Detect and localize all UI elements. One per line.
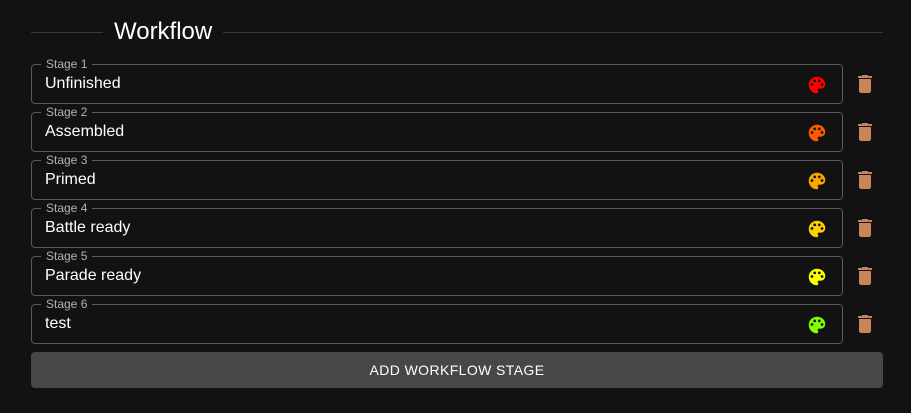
stage-name-input[interactable] — [45, 65, 785, 103]
workflow-page: Workflow Stage 1Stage 2Stage 3Stage 4Sta… — [0, 0, 911, 413]
stage-name-input[interactable] — [45, 113, 785, 151]
stage-name-field: Stage 5 — [31, 249, 843, 296]
stage-name-input[interactable] — [45, 257, 785, 295]
trash-icon[interactable] — [853, 120, 877, 144]
stage-name-field: Stage 6 — [31, 297, 843, 344]
stage-row: Stage 4 — [31, 201, 883, 248]
stage-name-field: Stage 3 — [31, 153, 843, 200]
palette-icon[interactable] — [806, 122, 828, 144]
stage-row: Stage 1 — [31, 57, 883, 104]
stage-name-input[interactable] — [45, 161, 785, 199]
trash-icon[interactable] — [853, 264, 877, 288]
divider-left — [31, 31, 103, 33]
stage-row: Stage 3 — [31, 153, 883, 200]
stage-row: Stage 5 — [31, 249, 883, 296]
stage-row: Stage 6 — [31, 297, 883, 344]
divider-right — [223, 31, 883, 33]
trash-icon[interactable] — [853, 312, 877, 336]
stage-name-input[interactable] — [45, 209, 785, 247]
section-header: Workflow — [31, 15, 883, 49]
palette-icon[interactable] — [806, 218, 828, 240]
palette-icon[interactable] — [806, 74, 828, 96]
stage-name-field: Stage 2 — [31, 105, 843, 152]
palette-icon[interactable] — [806, 170, 828, 192]
trash-icon[interactable] — [853, 168, 877, 192]
stage-list: Stage 1Stage 2Stage 3Stage 4Stage 5Stage… — [31, 57, 883, 352]
trash-icon[interactable] — [853, 72, 877, 96]
stage-row: Stage 2 — [31, 105, 883, 152]
palette-icon[interactable] — [806, 266, 828, 288]
stage-name-field: Stage 4 — [31, 201, 843, 248]
stage-name-input[interactable] — [45, 305, 785, 343]
palette-icon[interactable] — [806, 314, 828, 336]
section-title: Workflow — [114, 18, 213, 45]
trash-icon[interactable] — [853, 216, 877, 240]
stage-name-field: Stage 1 — [31, 57, 843, 104]
add-workflow-stage-button[interactable]: ADD WORKFLOW STAGE — [31, 352, 883, 388]
